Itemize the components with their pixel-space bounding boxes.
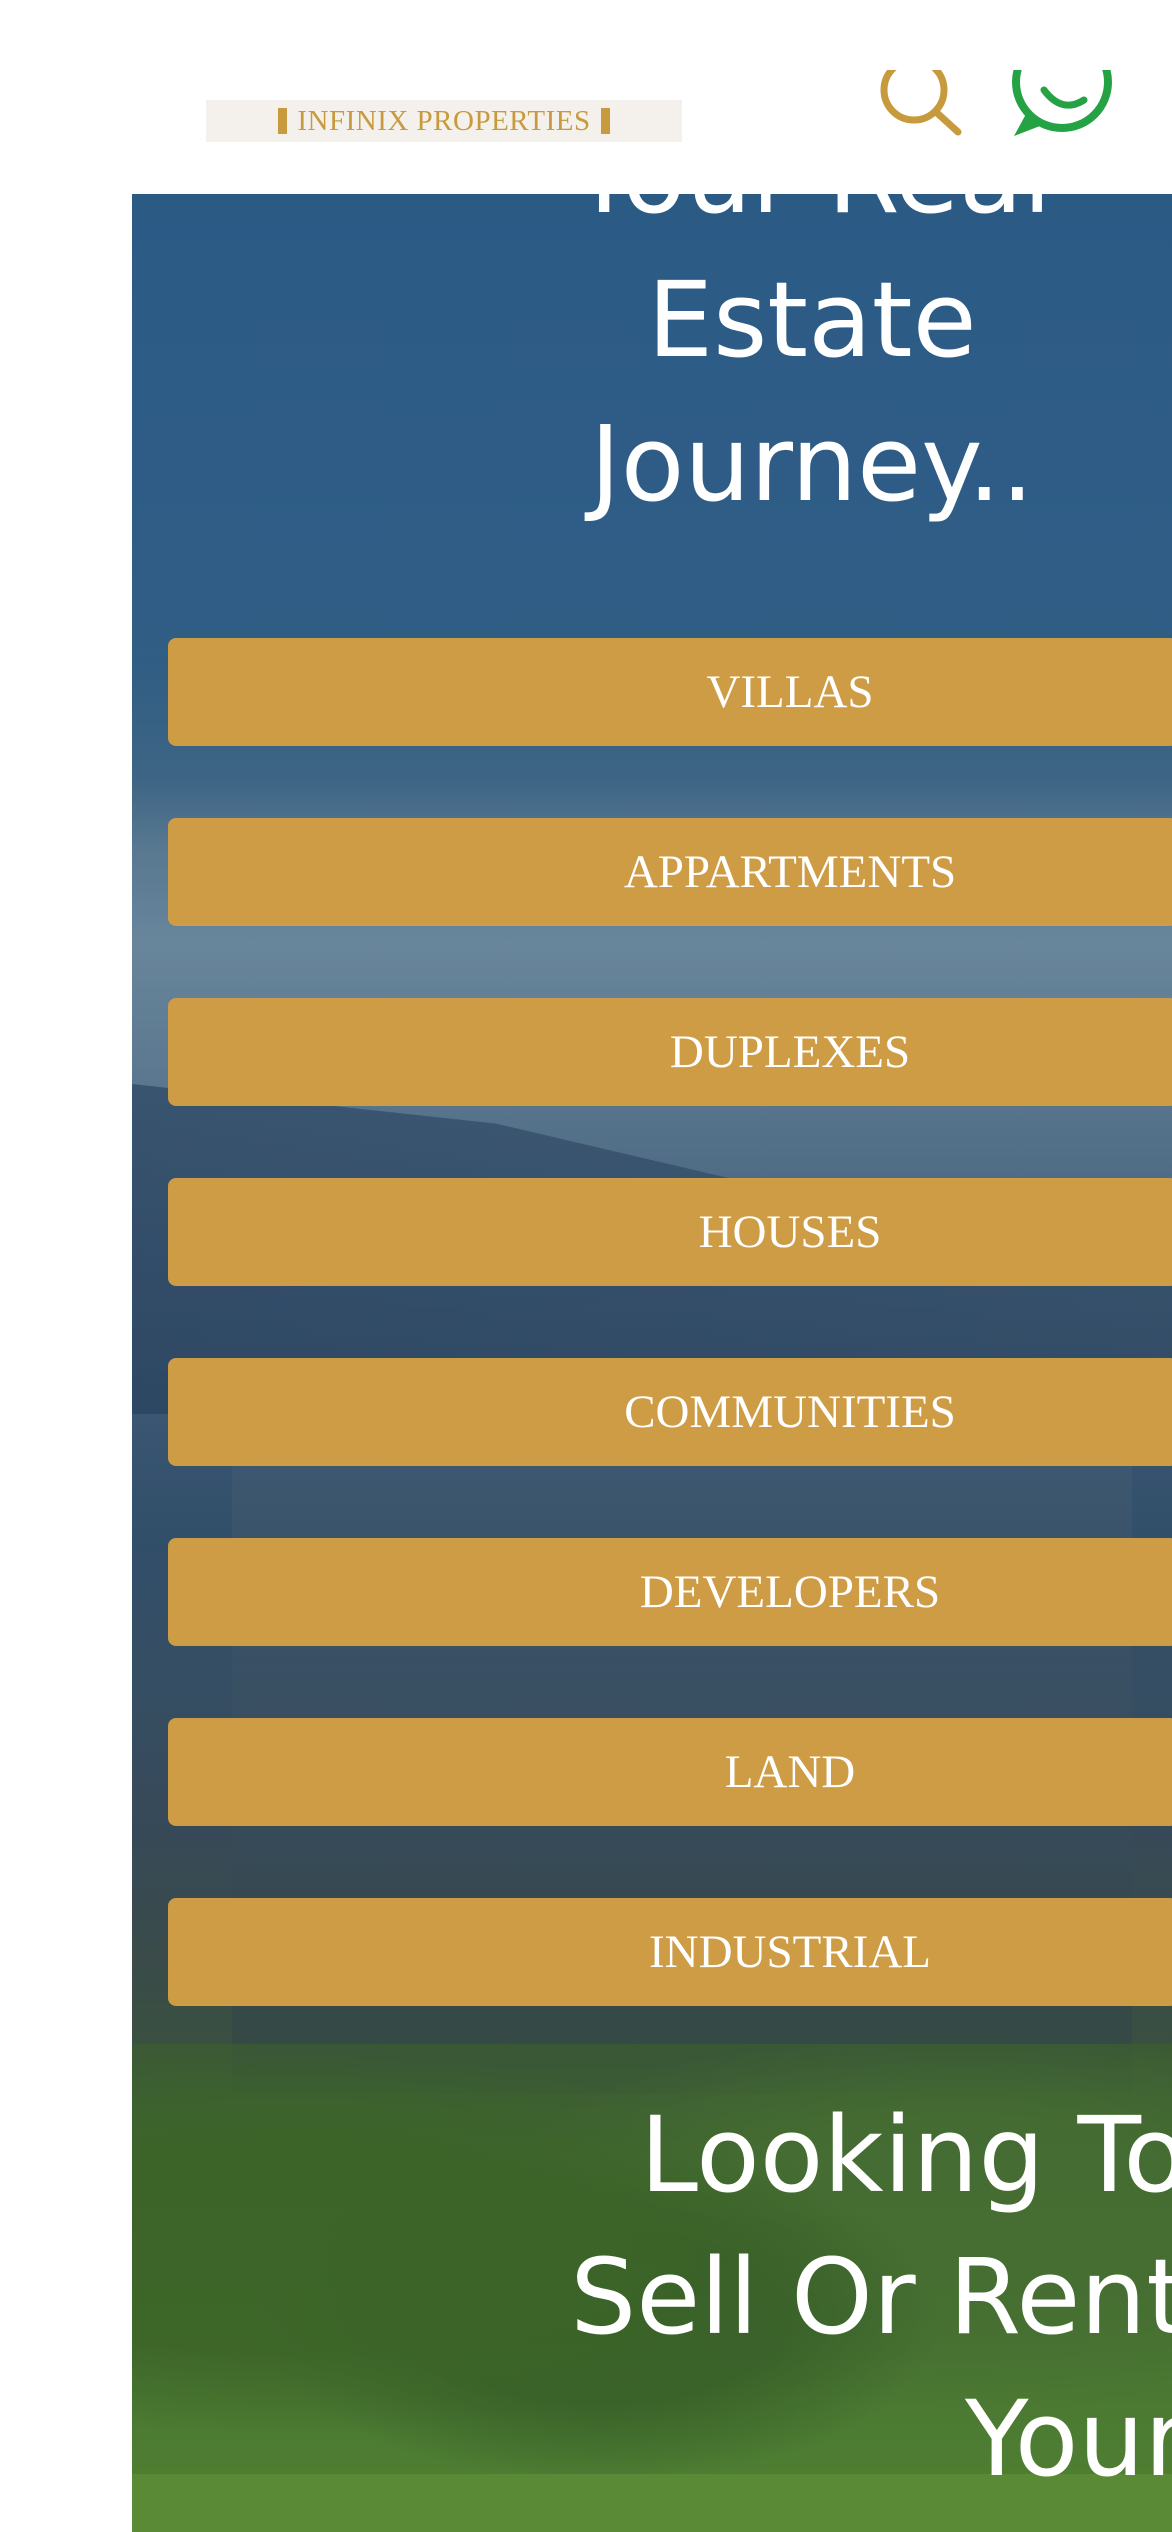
logo-text: INFINIX PROPERTIES	[297, 104, 591, 137]
logo-bar-right	[600, 108, 610, 134]
logo-bar-left	[278, 108, 288, 134]
category-button-developers[interactable]: DEVELOPERS	[168, 1538, 1172, 1646]
hero-heading-line-2: Estate	[647, 259, 977, 381]
category-button-villas[interactable]: VILLAS	[168, 638, 1172, 746]
category-button-appartments[interactable]: APPARTMENTS	[168, 818, 1172, 926]
category-button-communities[interactable]: COMMUNITIES	[168, 1358, 1172, 1466]
whatsapp-icon[interactable]	[1004, 70, 1124, 140]
hero-heading-line-1: Your Real	[572, 194, 1051, 237]
sell-heading-line-3: Your	[964, 2378, 1172, 2500]
category-button-industrial[interactable]: INDUSTRIAL	[168, 1898, 1172, 2006]
search-icon[interactable]	[876, 70, 966, 140]
hero-heading: Your Real Estate Journey..	[432, 194, 1172, 536]
sell-heading-line-2: Sell Or Rent	[570, 2236, 1172, 2358]
hero-heading-line-3: Journey..	[590, 403, 1034, 525]
sell-rent-heading: Looking To Sell Or Rent Your	[472, 2084, 1172, 2510]
hero-section: Your Real Estate Journey.. VILLAS APPART…	[132, 194, 1172, 2532]
logo[interactable]: INFINIX PROPERTIES	[206, 100, 682, 142]
category-button-duplexes[interactable]: DUPLEXES	[168, 998, 1172, 1106]
category-button-land[interactable]: LAND	[168, 1718, 1172, 1826]
site-header: INFINIX PROPERTIES	[0, 0, 1172, 194]
category-button-houses[interactable]: HOUSES	[168, 1178, 1172, 1286]
sell-heading-line-1: Looking To	[640, 2094, 1172, 2216]
